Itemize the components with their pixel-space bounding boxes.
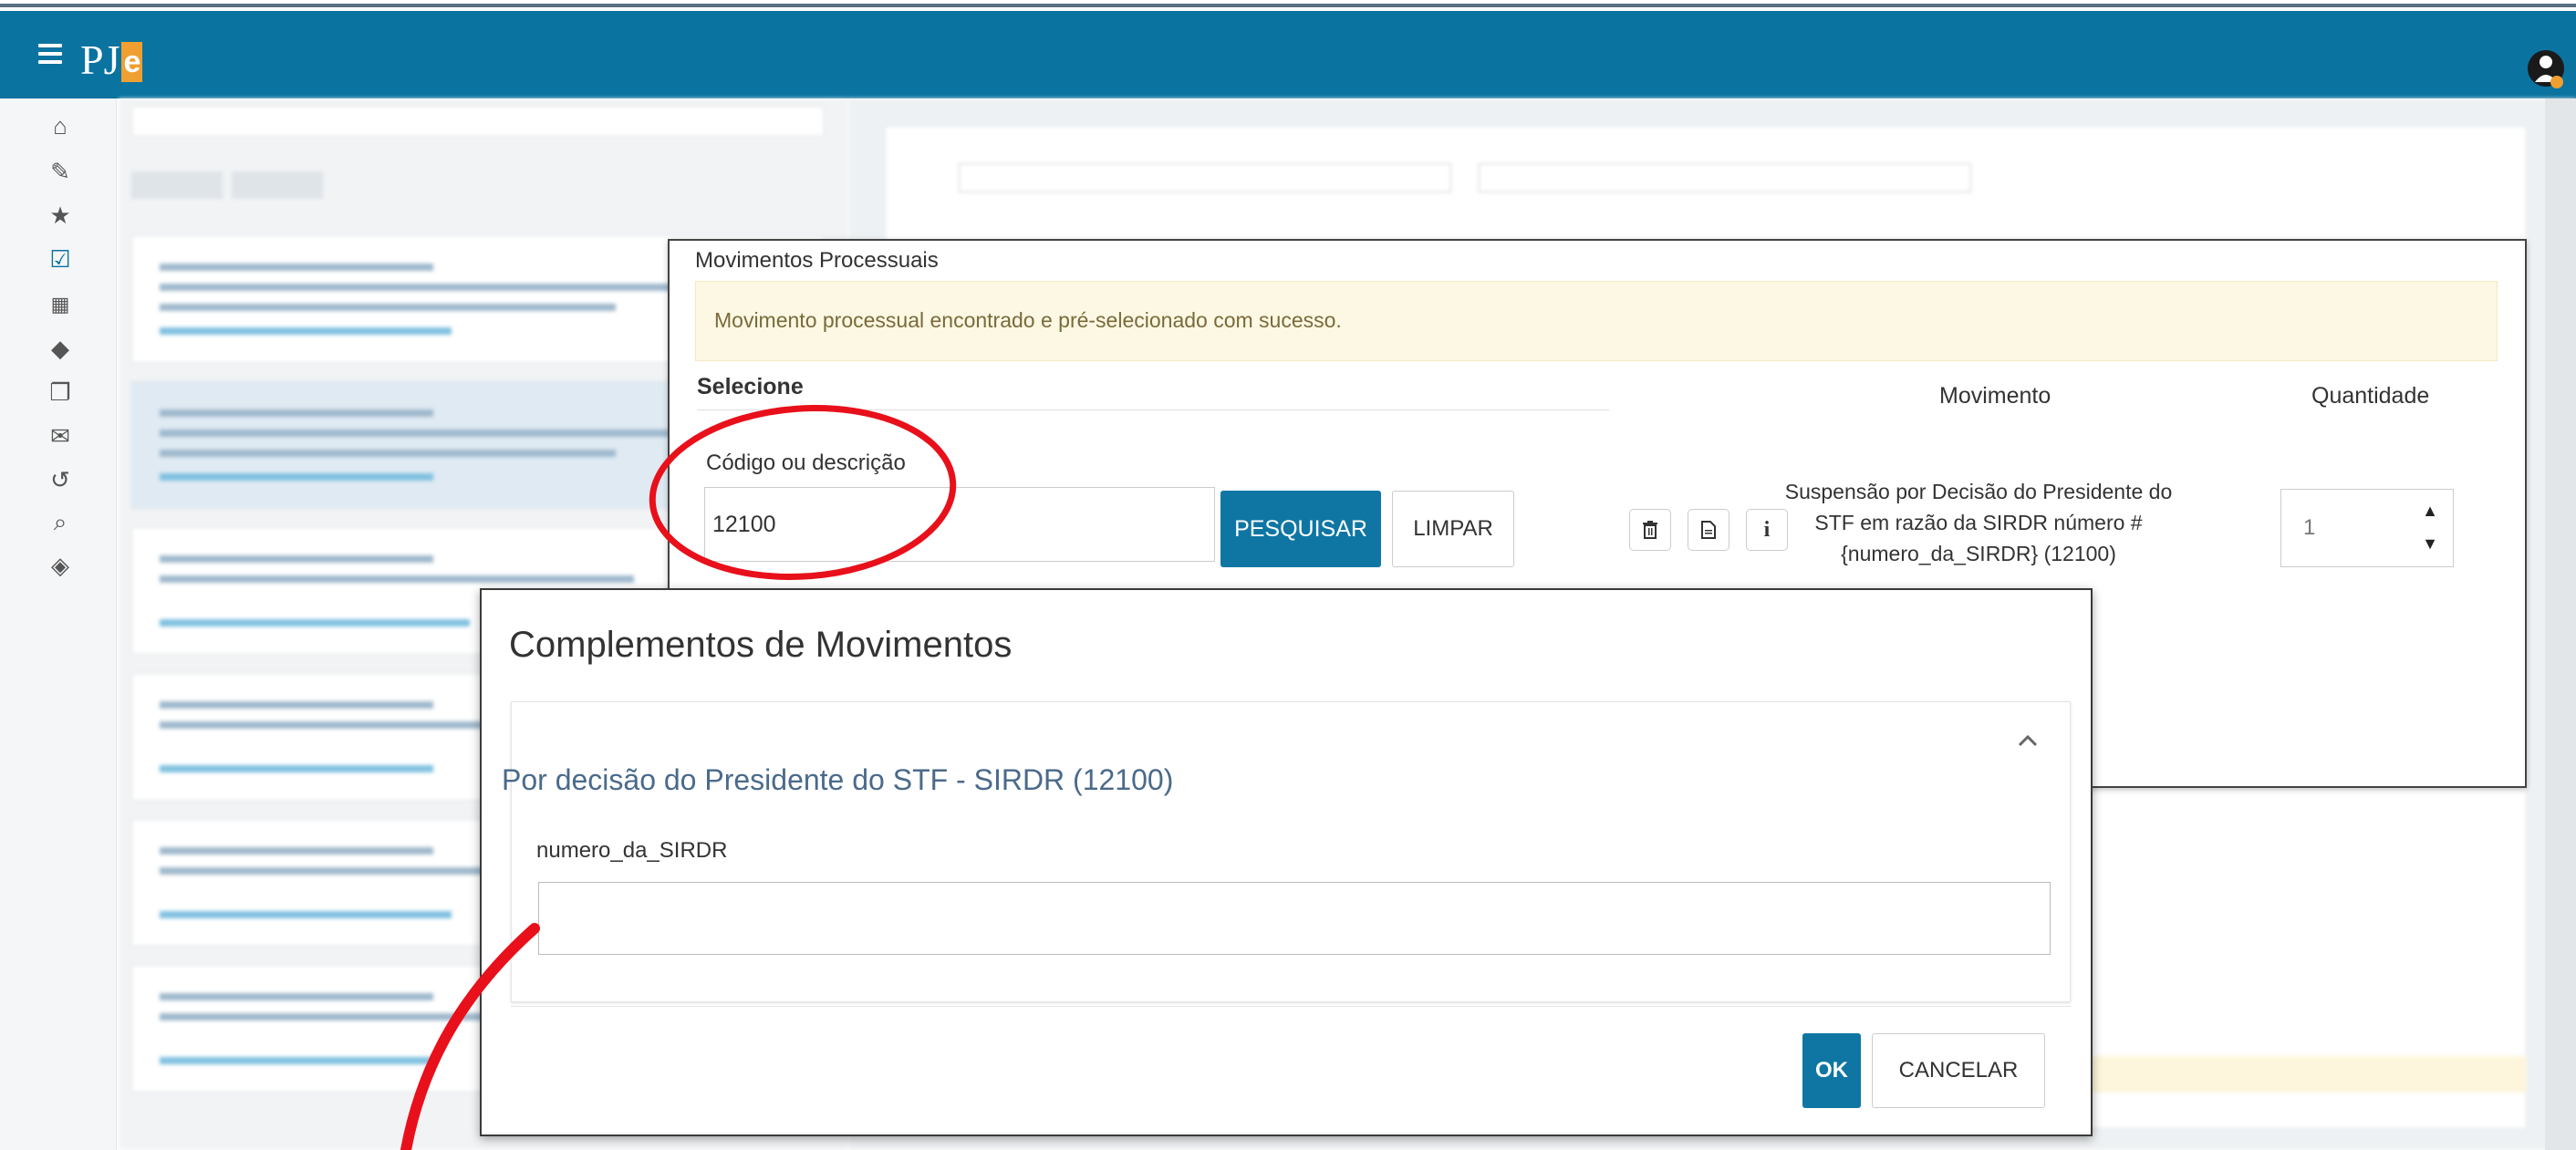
document-button[interactable] — [1688, 509, 1729, 551]
delete-button[interactable] — [1629, 509, 1671, 551]
logo-text: PJ — [80, 36, 120, 83]
quantidade-column-header: Quantidade — [2311, 383, 2430, 409]
envelope-icon[interactable]: ✉ — [46, 421, 75, 451]
sirdr-input[interactable] — [538, 882, 2051, 955]
increment-arrow-icon[interactable]: ▲ — [2412, 494, 2448, 527]
menu-icon[interactable] — [38, 44, 62, 64]
code-input[interactable]: 12100 — [704, 487, 1215, 562]
code-field-label: Código ou descrição — [706, 451, 906, 475]
document-icon — [1701, 521, 1716, 539]
movimento-column-header: Movimento — [1939, 383, 2051, 409]
user-avatar-icon[interactable] — [2527, 47, 2565, 89]
page-scrollbar[interactable] — [2545, 98, 2576, 1150]
side-icon-bar: ⌂ ✎ ★ ☑ ▦ ◆ ❐ ✉ ↺ ⌕ ◈ — [0, 98, 117, 1150]
complement-section — [511, 701, 2071, 1002]
app-header: PJ e — [0, 11, 2576, 98]
complement-subtitle: Por decisão do Presidente do STF - SIRDR… — [502, 763, 1174, 796]
dialog-divider — [511, 1006, 2071, 1007]
copy-icon[interactable]: ❐ — [46, 378, 75, 407]
clear-button[interactable]: LIMPAR — [1392, 491, 1514, 567]
logo-letter: e — [121, 42, 143, 82]
home-icon[interactable]: ⌂ — [46, 111, 75, 140]
select-header: Selecione — [697, 374, 1609, 410]
complementos-dialog: Complementos de Movimentos Por decisão d… — [480, 588, 2093, 1136]
checkbox-icon[interactable]: ☑ — [46, 244, 75, 274]
calendar-icon[interactable]: ▦ — [46, 290, 75, 319]
tags-icon[interactable]: ◆ — [46, 334, 75, 363]
search-icon[interactable]: ⌕ — [46, 507, 75, 536]
diamond-arrows-icon[interactable]: ◈ — [46, 551, 75, 580]
success-alert: Movimento processual encontrado e pré-se… — [695, 281, 2498, 361]
quantidade-value: 1 — [2303, 515, 2316, 540]
search-button[interactable]: PESQUISAR — [1220, 491, 1381, 567]
panel-title: Movimentos Processuais — [695, 248, 939, 273]
top-border — [0, 0, 2576, 7]
history-icon[interactable]: ↺ — [46, 465, 75, 494]
app-logo[interactable]: PJ e — [80, 36, 143, 83]
dialog-title: Complementos de Movimentos — [509, 625, 1013, 665]
select-header-text: Selecione — [697, 374, 804, 399]
star-icon[interactable]: ★ — [46, 201, 75, 230]
sirdr-field-label: numero_da_SIRDR — [536, 838, 728, 863]
decrement-arrow-icon[interactable]: ▼ — [2412, 527, 2448, 560]
ok-button[interactable]: OK — [1802, 1033, 1861, 1108]
cancel-button[interactable]: CANCELAR — [1872, 1033, 2045, 1108]
trash-icon — [1643, 521, 1657, 539]
chevron-up-icon[interactable] — [2014, 727, 2041, 754]
pencil-icon[interactable]: ✎ — [46, 157, 75, 186]
movimento-description: Suspensão por Decisão do Presidente do S… — [1784, 480, 2173, 565]
alert-text: Movimento processual encontrado e pré-se… — [714, 308, 1342, 332]
